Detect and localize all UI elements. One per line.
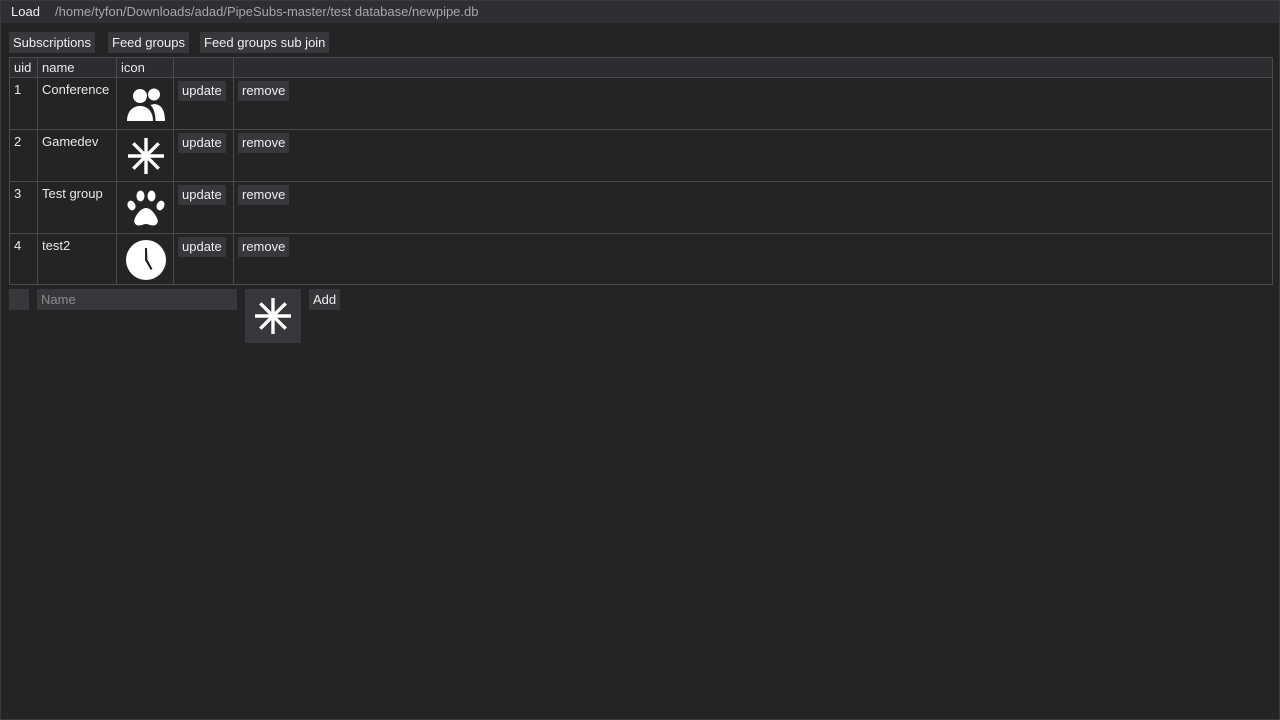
update-button[interactable]: update <box>178 81 226 101</box>
new-uid-field <box>9 289 29 310</box>
row-uid: 2 <box>14 134 22 149</box>
database-path: /home/tyfon/Downloads/adad/PipeSubs-mast… <box>55 4 479 19</box>
table-row: 2 Gamedev update remove <box>10 130 1272 182</box>
name-input[interactable] <box>37 289 237 310</box>
table-row: 4 test2 update remove <box>10 234 1272 285</box>
remove-button[interactable]: remove <box>238 185 290 205</box>
tab-subscriptions[interactable]: Subscriptions <box>9 32 96 53</box>
top-bar: Load /home/tyfon/Downloads/adad/PipeSubs… <box>1 1 1279 23</box>
add-button[interactable]: Add <box>309 289 341 310</box>
header-icon: icon <box>121 60 145 75</box>
feed-groups-table: uid name icon 1 Conference update remove <box>9 57 1273 285</box>
tab-feed-groups-sub-join[interactable]: Feed groups sub join <box>200 32 330 53</box>
remove-button[interactable]: remove <box>238 133 290 153</box>
update-button[interactable]: update <box>178 133 226 153</box>
row-name: Gamedev <box>42 134 99 149</box>
people-icon <box>124 82 168 126</box>
asterisk-icon <box>255 298 291 334</box>
row-name: Conference <box>42 82 110 97</box>
table-header: uid name icon <box>10 58 1272 78</box>
paw-icon <box>124 186 168 230</box>
row-name: test2 <box>42 238 71 253</box>
update-button[interactable]: update <box>178 237 226 257</box>
table-row: 3 Test group update remove <box>10 182 1272 234</box>
load-button[interactable]: Load <box>5 2 46 22</box>
remove-button[interactable]: remove <box>238 81 290 101</box>
header-uid: uid <box>14 60 32 75</box>
update-button[interactable]: update <box>178 185 226 205</box>
row-uid: 1 <box>14 82 22 97</box>
clock-icon <box>124 238 168 282</box>
app-window: Load /home/tyfon/Downloads/adad/PipeSubs… <box>0 0 1280 720</box>
tab-feed-groups[interactable]: Feed groups <box>108 32 189 53</box>
row-uid: 3 <box>14 186 22 201</box>
icon-picker-button[interactable] <box>245 289 301 343</box>
row-uid: 4 <box>14 238 22 253</box>
header-name: name <box>42 60 75 75</box>
asterisk-icon <box>124 134 168 178</box>
row-name: Test group <box>42 186 103 201</box>
table-row: 1 Conference update remove <box>10 78 1272 130</box>
remove-button[interactable]: remove <box>238 237 290 257</box>
